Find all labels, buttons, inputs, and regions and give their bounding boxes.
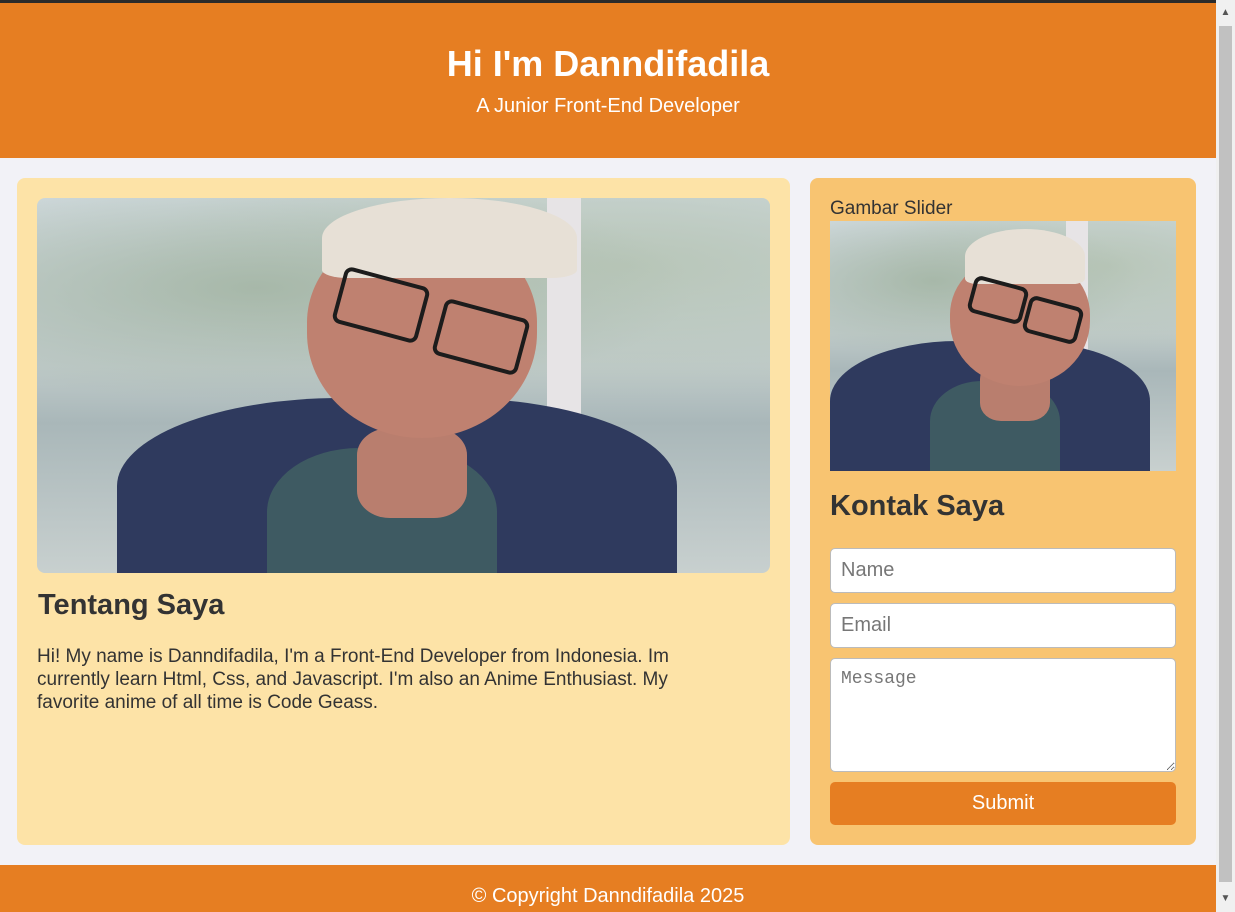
scroll-down-arrow-icon[interactable]: ▼ <box>1216 886 1235 912</box>
about-heading: Tentang Saya <box>38 589 225 621</box>
about-text: Hi! My name is Danndifadila, I'm a Front… <box>37 646 669 713</box>
copyright-text: © Copyright Danndifadila 2025 <box>471 885 745 907</box>
message-textarea[interactable] <box>830 658 1176 772</box>
site-footer: © Copyright Danndifadila 2025 <box>0 865 1216 912</box>
profile-photo <box>37 198 770 573</box>
submit-button[interactable]: Submit <box>830 782 1176 825</box>
contact-heading: Kontak Saya <box>830 490 1005 522</box>
page-subtitle: A Junior Front-End Developer <box>476 95 740 117</box>
slider-image <box>830 221 1176 471</box>
page-title: Hi I'm Danndifadila <box>446 43 770 84</box>
vertical-scrollbar[interactable]: ▲ ▼ <box>1216 0 1235 912</box>
email-input[interactable] <box>830 603 1176 648</box>
scrollbar-thumb[interactable] <box>1219 26 1232 882</box>
scroll-up-arrow-icon[interactable]: ▲ <box>1216 0 1235 26</box>
name-input[interactable] <box>830 548 1176 593</box>
site-header: Hi I'm Danndifadila A Junior Front-End D… <box>0 3 1216 158</box>
slider-label: Gambar Slider <box>830 198 953 219</box>
